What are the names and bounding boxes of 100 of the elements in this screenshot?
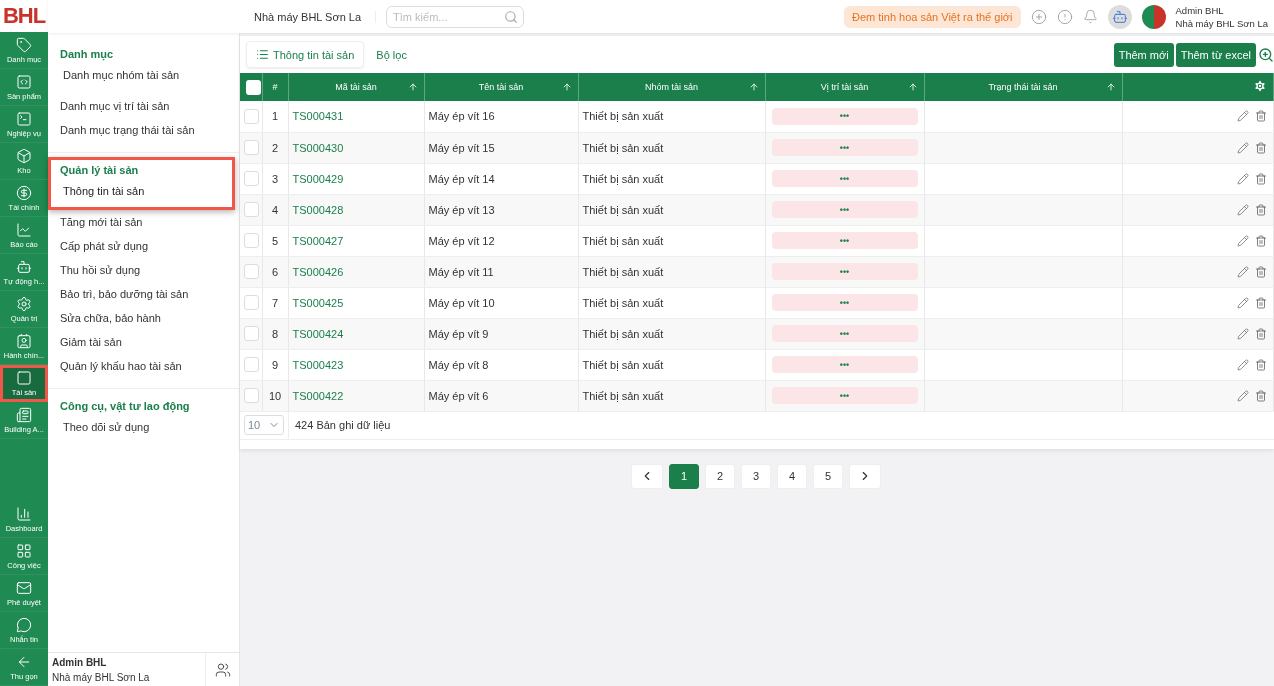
menu-item[interactable]: Bảo trì, bảo dưỡng tài sản — [48, 282, 239, 306]
table-cell[interactable]: TS000422 — [292, 389, 344, 402]
delete-icon[interactable] — [1255, 141, 1267, 154]
edit-icon[interactable] — [1237, 172, 1249, 185]
row-checkbox[interactable] — [244, 264, 259, 279]
row-checkbox[interactable] — [244, 233, 259, 248]
row-checkbox[interactable] — [244, 108, 259, 124]
toolbar-tab[interactable]: Thông tin tài sản — [246, 41, 365, 68]
zoom-in-icon[interactable] — [1258, 46, 1274, 63]
table-cell[interactable]: TS000427 — [292, 234, 344, 247]
menu-item[interactable]: Theo dõi sử dụng — [51, 415, 232, 439]
add-button[interactable]: Thêm từ excel — [1175, 42, 1256, 67]
row-checkbox[interactable] — [244, 295, 259, 310]
column-header[interactable]: Nhóm tài sản — [645, 82, 698, 92]
edit-icon[interactable] — [1237, 296, 1249, 309]
table-cell[interactable]: TS000428 — [292, 203, 344, 216]
table-cell[interactable]: TS000423 — [292, 358, 344, 371]
select-all-checkbox[interactable] — [246, 79, 261, 95]
search-icon — [504, 9, 519, 24]
page-size-select[interactable]: 10 — [244, 415, 284, 435]
menu-item[interactable]: Thu hồi sử dụng — [48, 258, 239, 282]
sort-icon[interactable] — [407, 82, 418, 92]
table-cell[interactable]: TS000426 — [292, 265, 344, 278]
toolbar-tab[interactable]: Bộ lọc — [366, 41, 417, 68]
sort-icon[interactable] — [1105, 82, 1116, 92]
sort-icon[interactable] — [907, 82, 918, 92]
delete-icon[interactable] — [1255, 389, 1267, 402]
delete-icon[interactable] — [1255, 234, 1267, 247]
id-card-icon — [16, 332, 32, 349]
edit-icon[interactable] — [1237, 141, 1249, 154]
delete-icon[interactable] — [1255, 203, 1267, 216]
edit-icon[interactable] — [1237, 327, 1249, 340]
table-cell[interactable]: TS000424 — [292, 327, 344, 340]
column-header[interactable]: Mã tài sản — [335, 82, 377, 92]
table-cell: Thiết bị sản xuất — [582, 234, 664, 247]
menu-item[interactable]: Sửa chữa, bảo hành — [48, 306, 239, 330]
delete-icon[interactable] — [1255, 110, 1267, 123]
delete-icon[interactable] — [1255, 265, 1267, 278]
location-tag: ••• — [771, 170, 918, 187]
user-avatar[interactable] — [1141, 4, 1166, 29]
column-header[interactable]: Tên tài sản — [478, 82, 524, 92]
edit-icon[interactable] — [1237, 358, 1249, 371]
delete-icon[interactable] — [1255, 327, 1267, 340]
table-cell[interactable]: TS000429 — [292, 172, 344, 185]
row-checkbox[interactable] — [244, 357, 259, 372]
menu-item[interactable]: Quản lý khấu hao tài sản — [48, 354, 239, 378]
location-tag: ••• — [771, 325, 918, 342]
column-header[interactable]: Trạng thái tài sản — [988, 82, 1058, 92]
alert-icon[interactable] — [1056, 8, 1073, 25]
page-button[interactable]: 5 — [813, 463, 843, 489]
row-checkbox[interactable] — [244, 140, 259, 155]
location-tag: ••• — [771, 232, 918, 249]
menu-item[interactable]: Tăng mới tài sản — [48, 210, 239, 234]
page-button[interactable]: 4 — [777, 463, 807, 489]
table-cell: Thiết bị sản xuất — [582, 296, 664, 309]
settings-icon[interactable] — [1253, 79, 1267, 93]
menu-item[interactable]: Danh mục vị trí tài sản — [48, 94, 239, 118]
row-checkbox[interactable] — [244, 388, 259, 403]
row-checkbox[interactable] — [244, 171, 259, 186]
add-button[interactable]: Thêm mới — [1113, 42, 1174, 67]
edit-icon[interactable] — [1237, 234, 1249, 247]
row-checkbox[interactable] — [244, 202, 259, 217]
table-cell[interactable]: TS000431 — [292, 110, 344, 123]
robot-avatar[interactable] — [1107, 4, 1132, 29]
row-checkbox[interactable] — [244, 326, 259, 341]
table-cell: Thiết bị sản xuất — [582, 327, 664, 340]
square-icon — [16, 369, 32, 386]
sort-icon[interactable] — [748, 82, 759, 92]
add-icon[interactable] — [1030, 8, 1047, 25]
menu-item[interactable]: Cấp phát sử dụng — [48, 234, 239, 258]
location-tag: ••• — [771, 139, 918, 156]
delete-icon[interactable] — [1255, 172, 1267, 185]
tag-icon — [16, 36, 32, 53]
page-button[interactable]: 3 — [741, 463, 771, 489]
slogan-badge: Đem tinh hoa sản Việt ra thế giới — [844, 5, 1021, 28]
column-header[interactable]: # — [272, 82, 278, 92]
menu-section-title: Danh mục — [59, 47, 115, 63]
table-cell[interactable]: TS000425 — [292, 296, 344, 309]
menu-item[interactable]: Thông tin tài sản — [51, 179, 232, 203]
table-cell: 2 — [271, 141, 279, 154]
edit-icon[interactable] — [1237, 389, 1249, 402]
search-field[interactable]: Tìm kiếm... — [386, 5, 525, 28]
bell-icon[interactable] — [1082, 9, 1098, 24]
page-button[interactable]: 2 — [705, 463, 735, 489]
grid-icon — [16, 542, 32, 559]
delete-icon[interactable] — [1255, 296, 1267, 309]
sort-icon[interactable] — [561, 82, 572, 92]
menu-item[interactable]: Danh mục nhóm tài sản — [51, 63, 232, 87]
menu-item[interactable]: Danh mục trạng thái tài sản — [48, 118, 239, 142]
menu-item[interactable]: Giảm tài sản — [48, 330, 239, 354]
column-header[interactable]: Vị trí tài sản — [820, 82, 869, 92]
delete-icon[interactable] — [1255, 358, 1267, 371]
page-button[interactable]: 1 — [669, 463, 699, 489]
edit-icon[interactable] — [1237, 203, 1249, 216]
table-cell: 9 — [271, 358, 279, 371]
users-icon[interactable] — [214, 661, 231, 678]
edit-icon[interactable] — [1237, 110, 1249, 123]
table-cell[interactable]: TS000430 — [292, 141, 344, 154]
company-name: Nhà máy BHL Sơn La — [254, 10, 377, 23]
edit-icon[interactable] — [1237, 265, 1249, 278]
